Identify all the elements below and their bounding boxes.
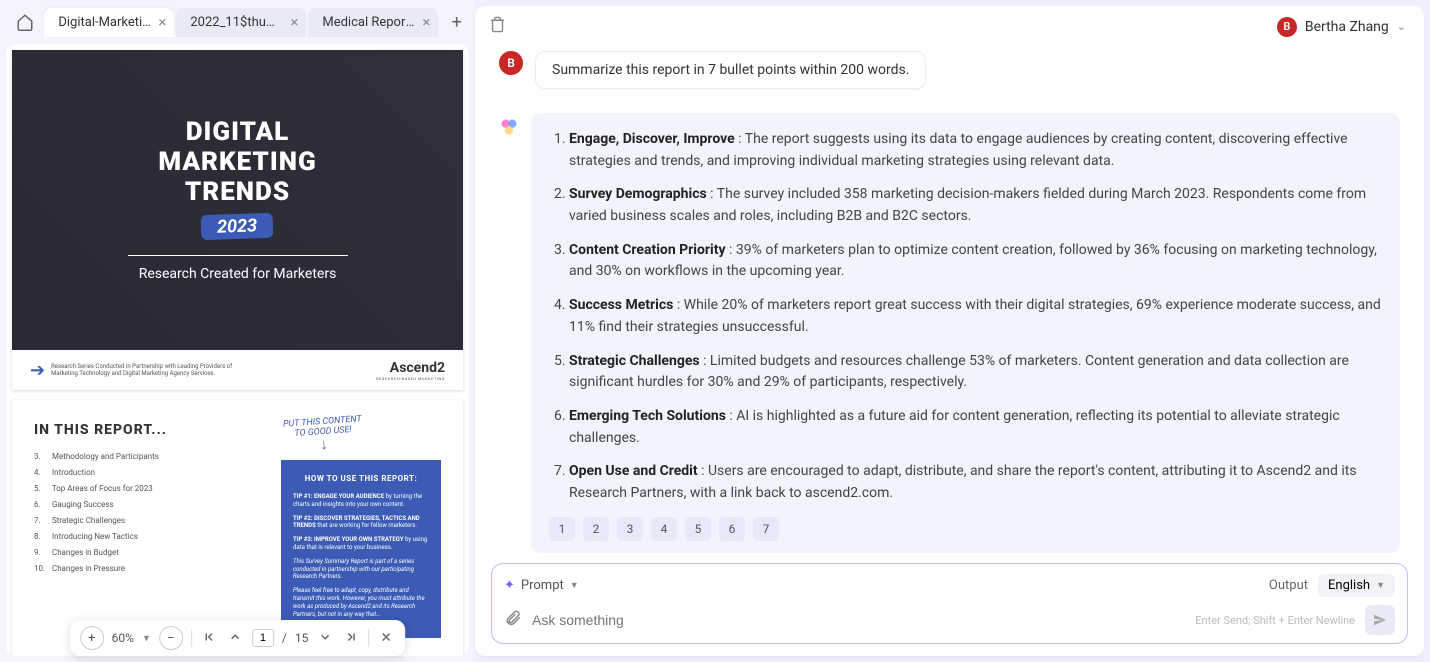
zoom-out-button[interactable]: − bbox=[159, 626, 183, 650]
close-icon[interactable]: × bbox=[422, 15, 430, 30]
user-name: Bertha Zhang bbox=[1305, 19, 1389, 35]
last-page-button[interactable] bbox=[342, 628, 360, 649]
page-separator: / bbox=[282, 631, 287, 645]
document-tab[interactable]: Digital-Marketi...× bbox=[44, 8, 174, 37]
document-tab[interactable]: Medical Report...× bbox=[308, 8, 438, 37]
reference-chip[interactable]: 3 bbox=[617, 517, 643, 541]
summary-item: Emerging Tech Solutions : AI is highligh… bbox=[569, 406, 1382, 449]
cover-subtitle: Research Created for Marketers bbox=[139, 266, 337, 282]
send-button[interactable] bbox=[1365, 605, 1395, 635]
close-icon[interactable]: × bbox=[158, 15, 166, 30]
bluebox-tip: TIP #1: ENGAGE YOUR AUDIENCE by turning … bbox=[293, 493, 429, 509]
page-input[interactable] bbox=[252, 629, 274, 647]
attach-icon[interactable] bbox=[504, 609, 522, 631]
reference-chip[interactable]: 6 bbox=[719, 517, 745, 541]
chat-panel: B Bertha Zhang ⌄ B Summarize this report… bbox=[475, 6, 1424, 656]
summary-item: Success Metrics : While 20% of marketers… bbox=[569, 295, 1382, 338]
document-panel: Digital-Marketi...×2022_11$thum...×Medic… bbox=[0, 0, 475, 662]
add-tab-button[interactable]: + bbox=[444, 9, 469, 35]
ai-icon bbox=[499, 117, 519, 137]
handwritten-note: PUT THIS CONTENT TO GOOD USE!↓ bbox=[283, 415, 364, 456]
bluebox-heading: HOW TO USE THIS REPORT: bbox=[293, 474, 429, 483]
chevron-down-icon: ⌄ bbox=[1397, 20, 1406, 33]
bluebox-tip: This Survey Summary Report is part of a … bbox=[293, 558, 429, 581]
summary-item: Open Use and Credit : Users are encourag… bbox=[569, 461, 1382, 504]
chat-input[interactable] bbox=[532, 606, 1185, 634]
user-avatar-small: B bbox=[499, 51, 523, 75]
sparkle-icon: ✦ bbox=[504, 578, 515, 593]
page-total: 15 bbox=[295, 631, 309, 645]
user-message-text: Summarize this report in 7 bullet points… bbox=[535, 51, 926, 89]
output-label: Output bbox=[1269, 578, 1308, 593]
user-avatar: B bbox=[1277, 17, 1297, 37]
cover-year-badge: 2023 bbox=[201, 213, 274, 241]
bluebox-tip: TIP #2: DISCOVER STRATEGIES, TACTICS AND… bbox=[293, 515, 429, 531]
ai-message: Engage, Discover, Improve : The report s… bbox=[499, 113, 1400, 553]
bluebox-tip: Please feel free to adapt, copy, distrib… bbox=[293, 587, 429, 618]
delete-icon[interactable] bbox=[489, 16, 506, 37]
document-tab[interactable]: 2022_11$thum...× bbox=[176, 8, 306, 37]
user-menu[interactable]: B Bertha Zhang ⌄ bbox=[1277, 17, 1406, 37]
chat-input-area: ✦ Prompt ▼ Output English▼ Enter Send; S… bbox=[491, 563, 1408, 644]
bluebox-tip: TIP #3: IMPROVE YOUR OWN STRATEGY by usi… bbox=[293, 536, 429, 552]
input-hint: Enter Send; Shift + Enter Newline bbox=[1195, 614, 1355, 627]
arrow-icon: ➔ bbox=[30, 360, 45, 381]
prompt-label: Prompt bbox=[521, 578, 564, 593]
brand-tagline: RESEARCH-BASED MARKETING bbox=[376, 376, 445, 381]
pdf-page-1: DIGITAL MARKETING TRENDS 2023 Research C… bbox=[12, 50, 463, 390]
reference-chip[interactable]: 5 bbox=[685, 517, 711, 541]
chat-scroll[interactable]: B Summarize this report in 7 bullet poin… bbox=[475, 41, 1424, 563]
reference-chips: 1234567 bbox=[549, 517, 1382, 541]
first-page-button[interactable] bbox=[200, 628, 218, 649]
summary-list: Engage, Discover, Improve : The report s… bbox=[549, 129, 1382, 505]
pdf-page-2: IN THIS REPORT... PUT THIS CONTENT TO GO… bbox=[12, 400, 463, 656]
zoom-in-button[interactable]: + bbox=[80, 626, 104, 650]
cover-footer-text: Research Series Conducted in Partnership… bbox=[51, 363, 260, 377]
summary-item: Survey Demographics : The survey include… bbox=[569, 184, 1382, 227]
language-select[interactable]: English▼ bbox=[1318, 574, 1395, 597]
pdf-toolbar: + 60%▼ − / 15 bbox=[70, 620, 406, 656]
close-icon[interactable]: × bbox=[290, 15, 298, 30]
summary-item: Strategic Challenges : Limited budgets a… bbox=[569, 351, 1382, 394]
summary-item: Engage, Discover, Improve : The report s… bbox=[569, 129, 1382, 172]
prompt-mode-toggle[interactable]: ✦ Prompt ▼ bbox=[504, 578, 579, 593]
next-page-button[interactable] bbox=[316, 628, 334, 649]
home-button[interactable] bbox=[10, 6, 40, 38]
cover-title: DIGITAL MARKETING TRENDS bbox=[158, 118, 316, 208]
document-viewer: DIGITAL MARKETING TRENDS 2023 Research C… bbox=[6, 44, 469, 656]
reference-chip[interactable]: 1 bbox=[549, 517, 575, 541]
page2-heading: IN THIS REPORT... bbox=[34, 422, 441, 438]
reference-chip[interactable]: 2 bbox=[583, 517, 609, 541]
document-scroll[interactable]: DIGITAL MARKETING TRENDS 2023 Research C… bbox=[6, 44, 469, 656]
how-to-use-box: HOW TO USE THIS REPORT: TIP #1: ENGAGE Y… bbox=[281, 460, 441, 638]
reference-chip[interactable]: 4 bbox=[651, 517, 677, 541]
user-message: B Summarize this report in 7 bullet poin… bbox=[499, 51, 1400, 89]
prev-page-button[interactable] bbox=[226, 628, 244, 649]
brand-logo: Ascend2 bbox=[376, 360, 445, 376]
summary-item: Content Creation Priority : 39% of marke… bbox=[569, 240, 1382, 283]
reference-chip[interactable]: 7 bbox=[753, 517, 779, 541]
zoom-level: 60% bbox=[112, 631, 134, 645]
tab-bar: Digital-Marketi...×2022_11$thum...×Medic… bbox=[0, 0, 475, 44]
close-toolbar-button[interactable] bbox=[377, 628, 395, 649]
